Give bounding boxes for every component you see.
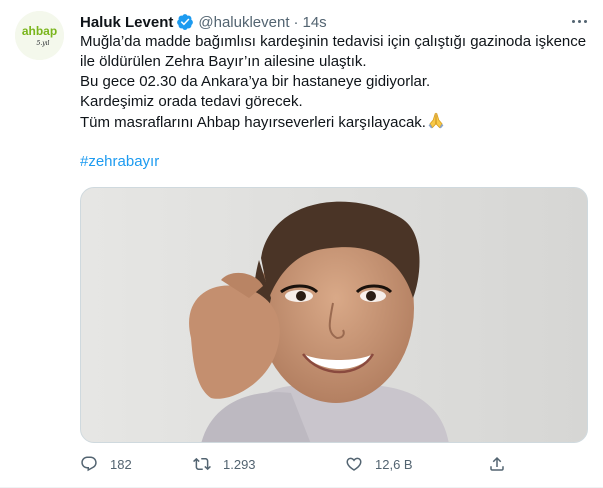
author-name[interactable]: Haluk Levent [80, 14, 173, 31]
tweet-line-last: Tüm masraflarını Ahbap hayırseverleri ka… [80, 112, 585, 133]
reply-count: 182 [110, 456, 132, 472]
avatar-logo-text: ahbap [22, 24, 57, 38]
tweet-text: Muğla’da madde bağımlısı kardeşinin teda… [80, 32, 587, 133]
tweet-timestamp[interactable]: 14s [303, 14, 327, 31]
like-icon [346, 457, 362, 471]
retweet-count: 1.293 [223, 456, 256, 472]
tweet-actions: 182 1.293 12,6 B [80, 454, 510, 474]
retweet-button[interactable]: 1.293 [193, 454, 256, 474]
separator-dot: · [293, 13, 299, 31]
verified-badge-icon [177, 14, 194, 30]
hashtag-link[interactable]: #zehrabayır [80, 152, 159, 172]
reply-button[interactable]: 182 [80, 454, 132, 474]
retweet-icon [193, 457, 211, 471]
like-button[interactable]: 12,6 B [345, 454, 413, 474]
tweet-photo[interactable] [80, 187, 588, 443]
tweet-line: ile öldürülen Zehra Bayır’ın ailesine ul… [80, 53, 367, 70]
folded-hands-icon [428, 112, 444, 129]
more-options-icon[interactable] [569, 13, 589, 29]
tweet-line: Bu gece 02.30 da Ankara’ya bir hastaneye… [80, 73, 431, 90]
ahbap-logo-icon: ahbap 5.yıl [15, 11, 64, 60]
avatar-logo-subtext: 5.yıl [37, 40, 50, 47]
avatar[interactable]: ahbap 5.yıl [15, 11, 64, 60]
tweet-line: Tüm masraflarını Ahbap hayırseverleri ka… [80, 114, 426, 131]
tweet-line: Muğla’da madde bağımlısı kardeşinin teda… [80, 33, 587, 50]
tweet-header: Haluk Levent @haluklevent · 14s [80, 12, 327, 32]
tweet-line: Kardeşimiz orada tedavi görecek. [80, 93, 303, 110]
share-button[interactable] [488, 454, 506, 474]
share-icon [490, 456, 504, 471]
author-handle[interactable]: @haluklevent [198, 14, 289, 31]
like-count: 12,6 B [375, 456, 413, 472]
photo-image [81, 188, 587, 442]
reply-icon [81, 456, 97, 472]
tweet-card[interactable]: ahbap 5.yıl Haluk Levent @haluklevent · … [0, 0, 603, 488]
